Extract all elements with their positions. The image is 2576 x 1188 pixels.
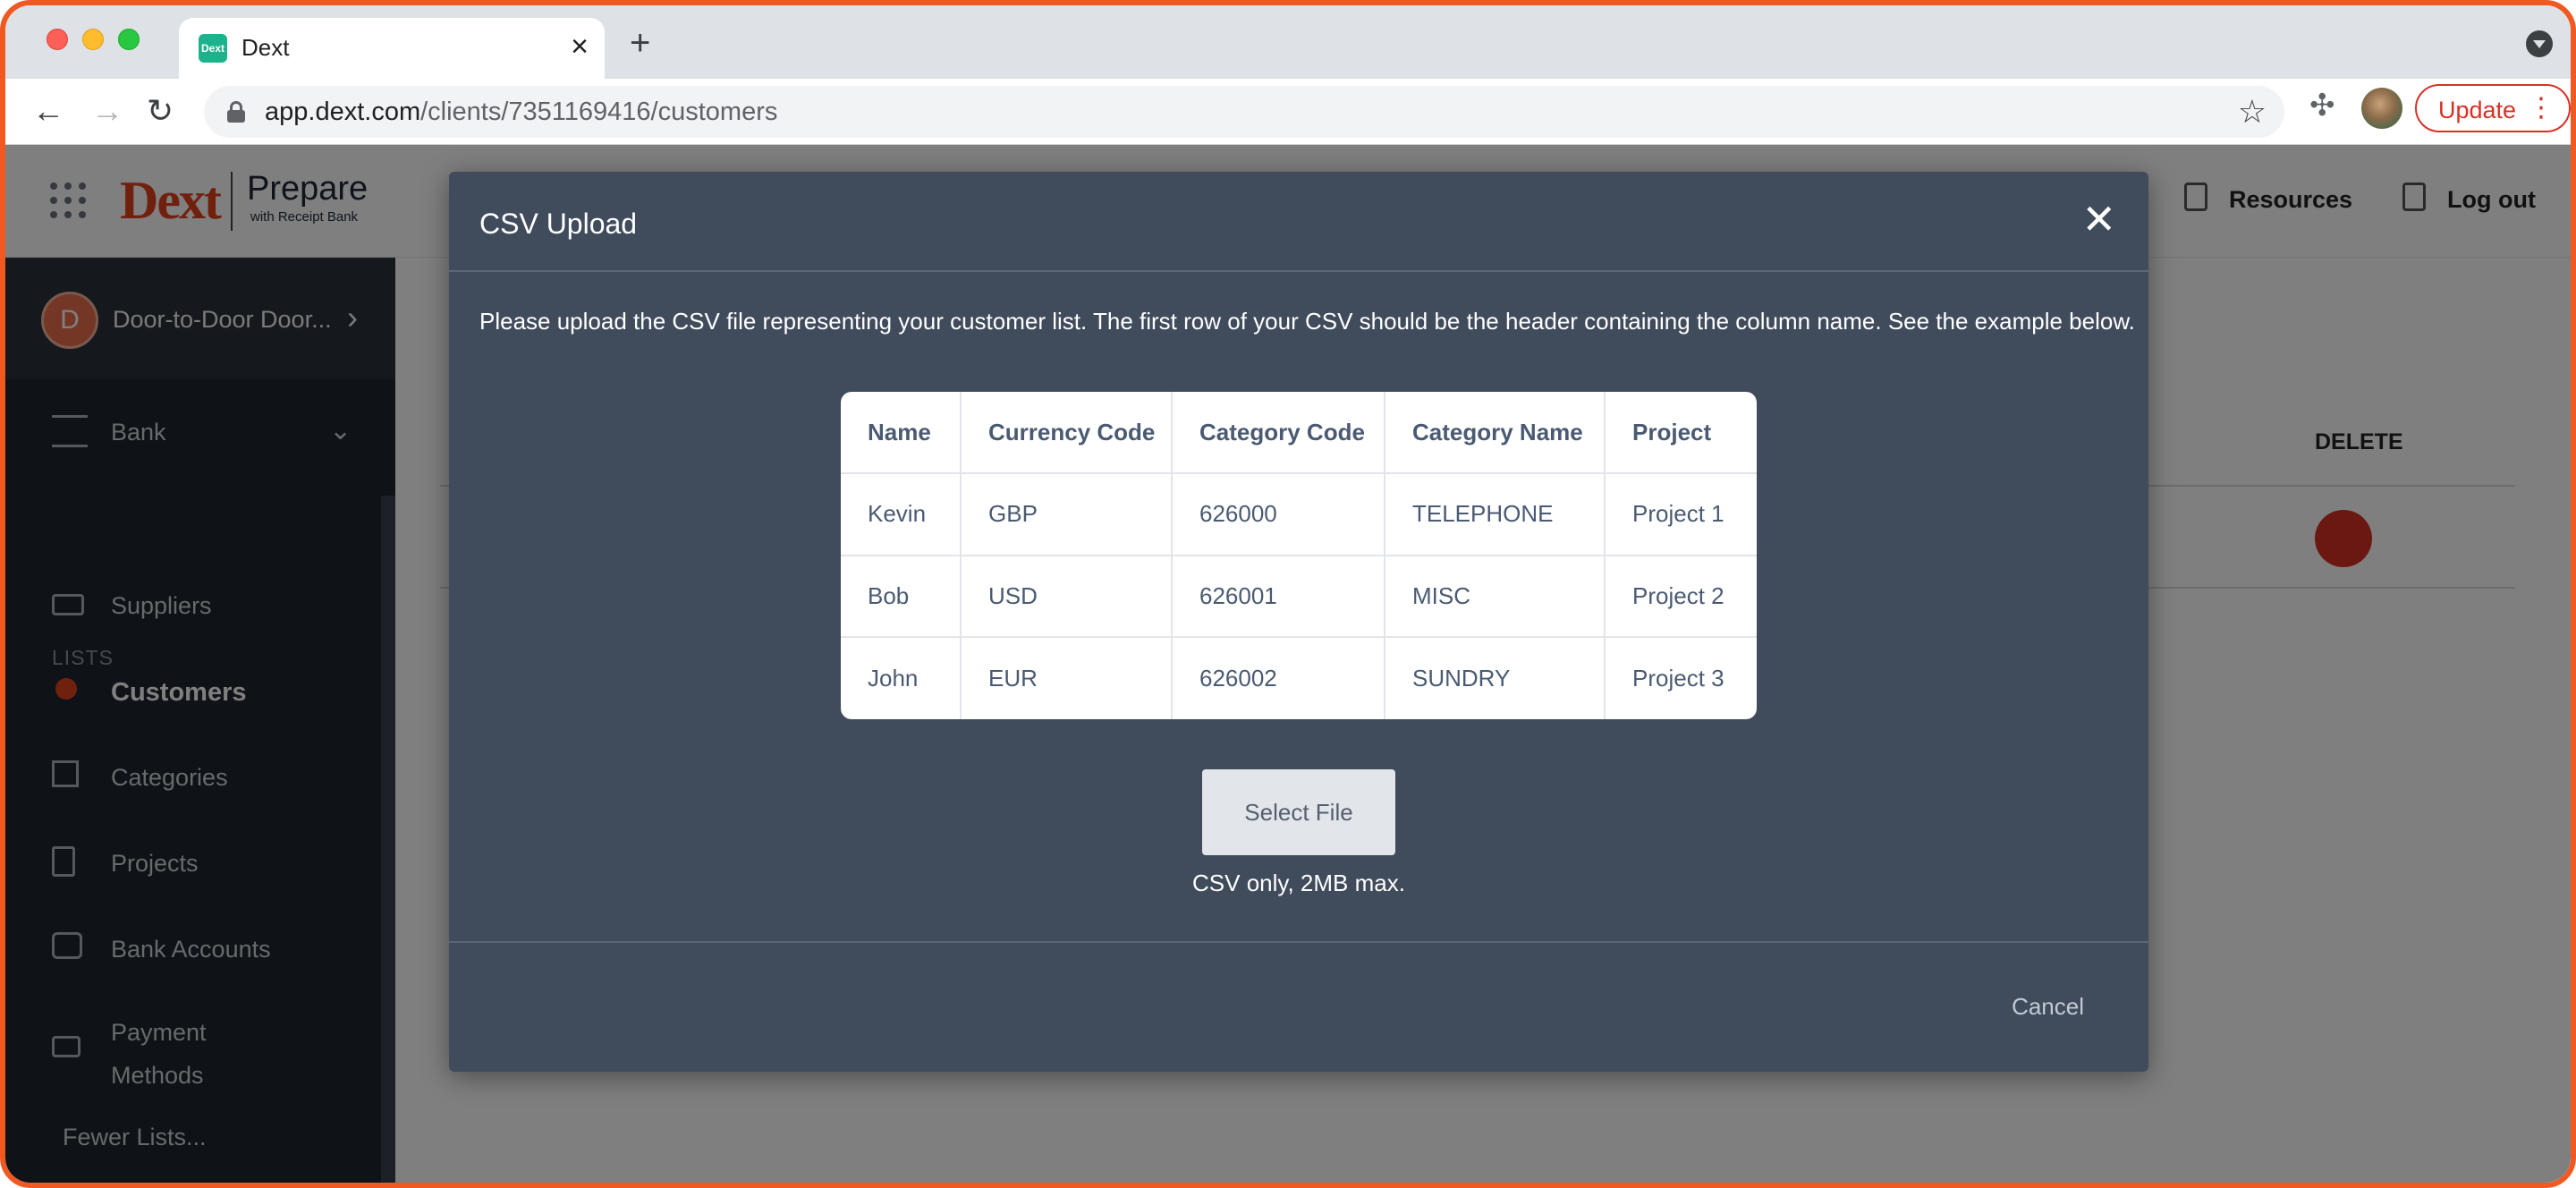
table-cell: TELEPHONE xyxy=(1384,472,1606,556)
update-button[interactable]: Update ⋮ xyxy=(2415,84,2571,132)
profile-avatar[interactable] xyxy=(2361,88,2402,129)
window-close-button[interactable] xyxy=(47,29,68,50)
file-size-hint: CSV only, 2MB max. xyxy=(1192,870,1405,896)
column-header: Category Name xyxy=(1384,392,1606,474)
table-header-row: Name Currency Code Category Code Categor… xyxy=(841,392,1757,474)
forward-arrow-icon[interactable]: → xyxy=(91,91,123,131)
table-row: Bob USD 626001 MISC Project 2 xyxy=(841,554,1757,639)
update-label: Update xyxy=(2438,97,2517,123)
window-minimize-button[interactable] xyxy=(82,29,104,50)
tab-search-icon[interactable] xyxy=(2526,30,2553,57)
example-csv-table: Name Currency Code Category Code Categor… xyxy=(841,392,1757,719)
table-cell: Project 3 xyxy=(1604,636,1757,719)
column-header: Currency Code xyxy=(960,392,1173,474)
lock-icon xyxy=(227,101,245,123)
modal-description: Please upload the CSV file representing … xyxy=(479,308,2135,335)
table-cell: John xyxy=(841,636,962,719)
tab-close-icon[interactable]: × xyxy=(571,29,589,64)
column-header: Project xyxy=(1604,392,1757,474)
more-menu-icon[interactable]: ⋮ xyxy=(2528,91,2555,125)
column-header: Name xyxy=(841,392,962,474)
url-host: app.dext.com xyxy=(265,98,421,126)
table-row: Kevin GBP 626000 TELEPHONE Project 1 xyxy=(841,472,1757,556)
table-cell: Project 2 xyxy=(1604,554,1757,639)
modal-title: CSV Upload xyxy=(479,208,638,240)
bookmark-star-icon[interactable]: ☆ xyxy=(2238,93,2267,131)
table-cell: 626000 xyxy=(1171,472,1385,556)
table-cell: GBP xyxy=(960,472,1173,556)
browser-toolbar: ← → ↻ app.dext.com/clients/7351169416/cu… xyxy=(5,79,2571,145)
tab-title: Dext xyxy=(242,34,290,61)
table-row: John EUR 626002 SUNDRY Project 3 xyxy=(841,636,1757,719)
table-cell: SUNDRY xyxy=(1384,636,1606,719)
address-bar[interactable]: app.dext.com/clients/7351169416/customer… xyxy=(204,86,2284,138)
table-cell: 626001 xyxy=(1171,554,1385,639)
new-tab-icon[interactable]: + xyxy=(630,25,650,61)
table-cell: Bob xyxy=(841,554,962,639)
close-icon[interactable]: ✕ xyxy=(2081,197,2116,242)
url-path: /clients/7351169416/customers xyxy=(420,98,778,126)
table-cell: MISC xyxy=(1384,554,1606,639)
extensions-puzzle-icon[interactable]: ✣ xyxy=(2309,88,2335,123)
cancel-button[interactable]: Cancel xyxy=(2012,993,2084,1021)
table-cell: EUR xyxy=(960,636,1173,719)
select-file-button[interactable]: Select File xyxy=(1202,769,1395,855)
screen-frame: Dext Dext × + ← → ↻ app.dext.com/clients… xyxy=(0,0,2576,1188)
dext-favicon-icon: Dext xyxy=(199,34,227,63)
modal-header: CSV Upload ✕ xyxy=(449,172,2148,272)
table-cell: Project 1 xyxy=(1604,472,1757,556)
modal-footer-divider xyxy=(449,941,2148,943)
back-arrow-icon[interactable]: ← xyxy=(32,91,64,131)
browser-tab[interactable]: Dext Dext × xyxy=(179,18,605,79)
table-cell: USD xyxy=(960,554,1173,639)
reload-icon[interactable]: ↻ xyxy=(147,91,174,131)
csv-upload-modal: CSV Upload ✕ Please upload the CSV file … xyxy=(449,172,2148,1072)
table-cell: 626002 xyxy=(1171,636,1385,719)
column-header: Category Code xyxy=(1171,392,1385,474)
table-cell: Kevin xyxy=(841,472,962,556)
url-text[interactable]: app.dext.com/clients/7351169416/customer… xyxy=(265,98,777,127)
window-maximize-button[interactable] xyxy=(118,29,140,50)
browser-tabstrip: Dext Dext × + xyxy=(5,5,2571,79)
